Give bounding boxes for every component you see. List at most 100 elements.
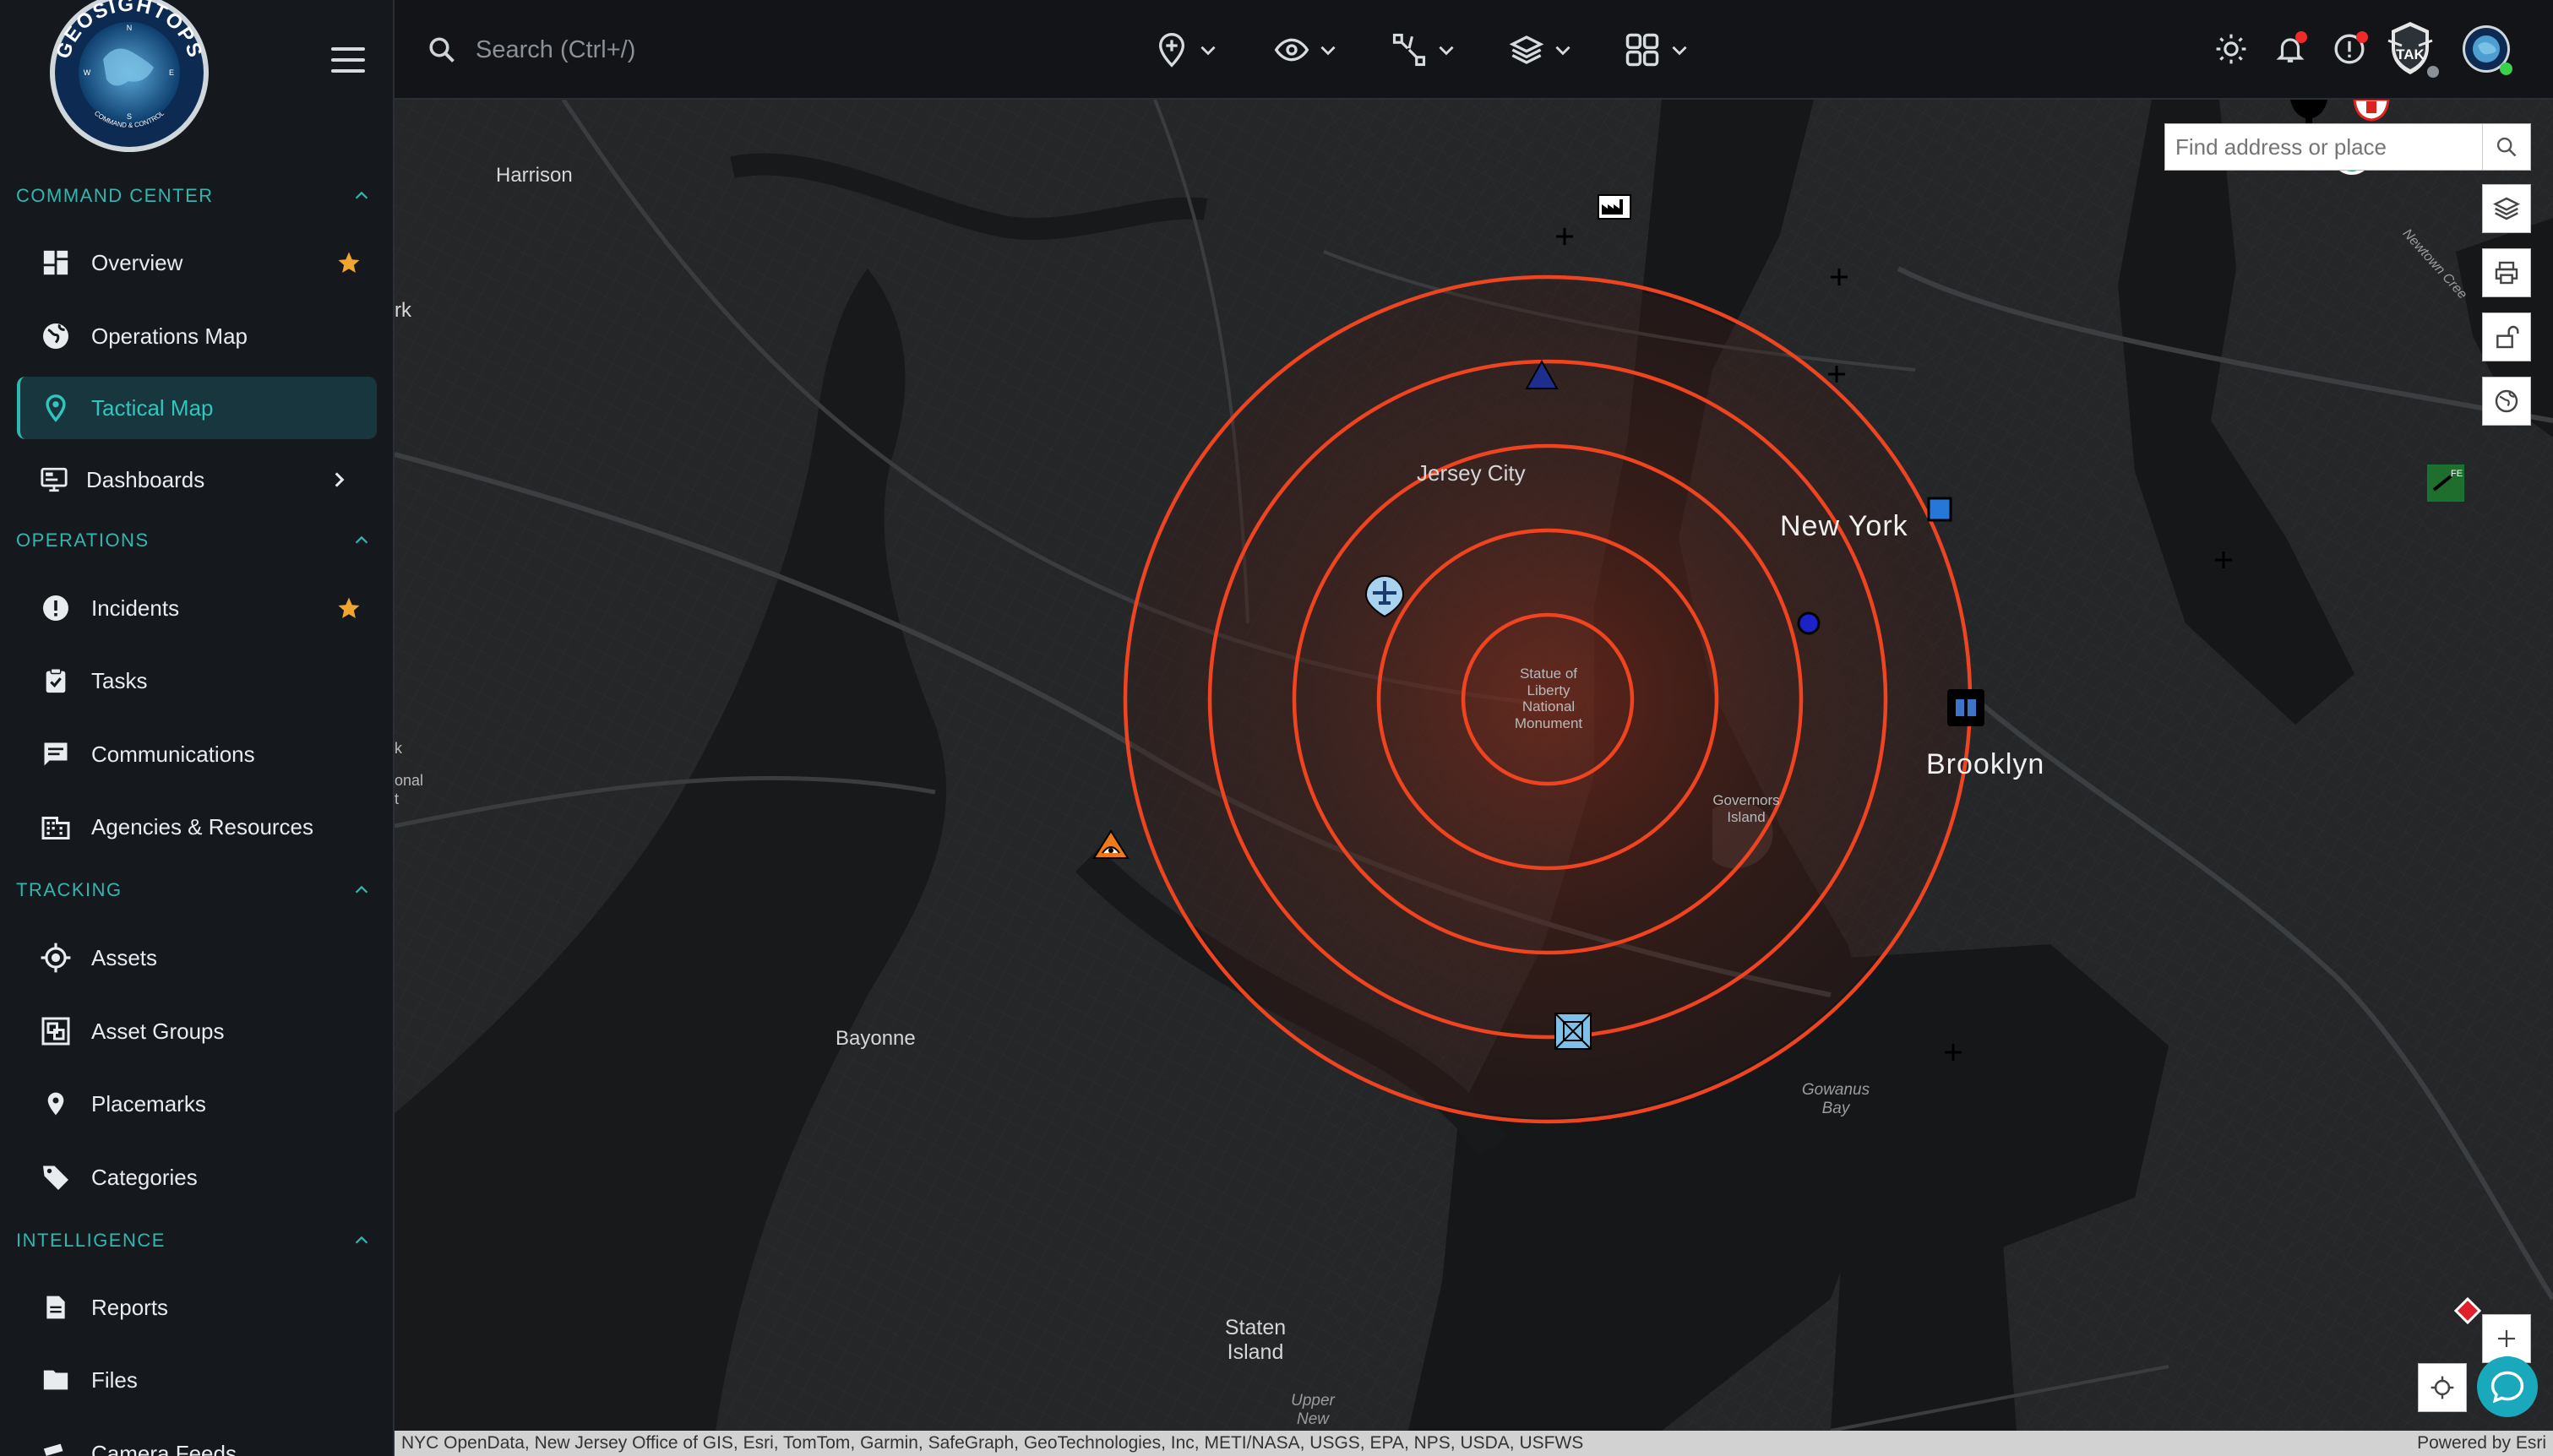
map-label-staten-island: Staten Island	[1224, 1316, 1287, 1364]
globe-icon	[39, 319, 73, 353]
sidebar-item-label: Files	[91, 1366, 138, 1393]
top-bar: TAK	[395, 0, 2553, 100]
triangle-marker-icon[interactable]	[1525, 360, 1559, 390]
section-title: TRACKING	[16, 879, 122, 900]
svg-text:TAK: TAK	[2396, 46, 2425, 62]
sidebar-item-tactical-map[interactable]: Tactical Map	[17, 377, 377, 439]
map-label-brooklyn: Brooklyn	[1926, 748, 2045, 780]
map-label-statue: Statue of Liberty National Monument	[1514, 666, 1583, 731]
online-status-dot	[2500, 62, 2512, 75]
sidebar-item-label: Tactical Map	[91, 394, 214, 421]
menu-toggle-button[interactable]	[331, 47, 365, 76]
sidebar-item-tasks[interactable]: Tasks	[17, 649, 373, 712]
section-command-center[interactable]: COMMAND CENTER	[16, 179, 371, 213]
layers-tool[interactable]	[1508, 29, 1574, 71]
square-marker-icon[interactable]	[1927, 497, 1952, 522]
find-address-search[interactable]	[2164, 123, 2531, 171]
section-intelligence[interactable]: INTELLIGENCE	[16, 1224, 371, 1258]
notifications-button[interactable]	[2267, 25, 2314, 73]
basemap-layers-button[interactable]	[2482, 184, 2531, 233]
sidebar: GEOSIGHTOPS COMMAND & CONTROL N E S W CO…	[0, 0, 395, 1456]
sidebar-item-agencies[interactable]: Agencies & Resources	[17, 796, 373, 858]
alerts-button[interactable]	[2326, 25, 2373, 73]
tak-button[interactable]: TAK	[2380, 19, 2441, 79]
chevron-up-icon	[355, 535, 368, 544]
fire-station-marker-icon[interactable]: FE	[2427, 465, 2464, 502]
section-title: INTELLIGENCE	[16, 1230, 166, 1251]
airport-marker-icon[interactable]	[1364, 574, 1405, 618]
find-address-input[interactable]	[2165, 124, 2482, 170]
section-title: COMMAND CENTER	[16, 185, 214, 206]
diamond-marker-icon[interactable]	[2454, 1297, 2481, 1324]
section-operations[interactable]: OPERATIONS	[16, 524, 371, 557]
alert-circle-icon	[39, 591, 73, 625]
clipboard-check-icon	[39, 664, 73, 698]
building-marker-icon[interactable]	[1946, 687, 1986, 728]
circle-marker-icon[interactable]	[1795, 610, 1822, 637]
sidebar-item-overview[interactable]: Overview	[17, 231, 373, 294]
map-label-fragment: rk	[395, 299, 411, 322]
supply-marker-icon[interactable]	[1554, 1012, 1592, 1051]
section-tracking[interactable]: TRACKING	[16, 873, 371, 907]
sidebar-item-label: Asset Groups	[91, 1018, 225, 1044]
tag-icon	[39, 1160, 73, 1194]
layers-icon	[1509, 35, 1544, 64]
apps-tool[interactable]	[1625, 29, 1690, 71]
map-attribution: NYC OpenData, New Jersey Office of GIS, …	[395, 1431, 2553, 1456]
sidebar-item-label: Overview	[91, 249, 183, 275]
sidebar-item-label: Incidents	[91, 595, 180, 621]
star-icon[interactable]	[336, 595, 362, 621]
map-label-fragment-k: k	[395, 740, 402, 757]
find-address-button[interactable]	[2482, 124, 2530, 170]
print-button[interactable]	[2482, 248, 2531, 297]
chat-button[interactable]	[2477, 1356, 2538, 1417]
sidebar-item-incidents[interactable]: Incidents	[17, 577, 373, 639]
medical-marker-icon[interactable]	[2351, 100, 2392, 123]
add-marker-tool[interactable]	[1155, 29, 1219, 71]
hazard-marker-icon[interactable]	[1092, 829, 1130, 860]
sidebar-item-asset-groups[interactable]: Asset Groups	[17, 1000, 373, 1062]
lock-toggle-button[interactable]	[2482, 312, 2531, 361]
globe-view-button[interactable]	[2482, 377, 2531, 426]
folder-icon	[39, 1363, 73, 1397]
sidebar-item-files[interactable]: Files	[17, 1349, 373, 1411]
sidebar-item-label: Communications	[91, 741, 255, 767]
map-label-harrison: Harrison	[496, 164, 573, 187]
sidebar-item-label: Placemarks	[91, 1090, 206, 1116]
chevron-up-icon	[355, 885, 368, 894]
global-search[interactable]	[427, 30, 849, 69]
sidebar-item-communications[interactable]: Communications	[17, 723, 373, 785]
factory-marker-icon[interactable]	[1598, 194, 1631, 220]
draw-tool[interactable]	[1391, 29, 1457, 71]
view-tool[interactable]	[1273, 29, 1339, 71]
map-marker-icon	[39, 1087, 73, 1121]
locate-me-button[interactable]	[2418, 1363, 2467, 1412]
sidebar-item-operations-map[interactable]: Operations Map	[17, 305, 373, 367]
user-avatar-button[interactable]	[2459, 22, 2513, 76]
sidebar-item-assets[interactable]: Assets	[17, 926, 373, 989]
sidebar-item-categories[interactable]: Categories	[17, 1146, 373, 1209]
svg-text:E: E	[169, 68, 174, 77]
sidebar-item-label: Agencies & Resources	[91, 813, 314, 839]
sidebar-item-reports[interactable]: Reports	[17, 1276, 373, 1339]
star-icon[interactable]	[336, 250, 362, 275]
alert-badge	[2356, 31, 2368, 43]
message-icon	[39, 737, 73, 771]
grid-icon	[1625, 33, 1659, 67]
app-logo[interactable]: GEOSIGHTOPS COMMAND & CONTROL N E S W	[44, 0, 215, 154]
chevron-down-icon	[1200, 46, 1216, 56]
theme-toggle-button[interactable]	[2207, 25, 2255, 73]
powered-by-esri-link[interactable]: Powered by Esri	[2417, 1433, 2546, 1453]
building-icon	[39, 810, 73, 844]
sidebar-item-dashboards[interactable]: Dashboards	[17, 448, 373, 511]
tactical-map[interactable]: Harrison rk Jersey City New York Brookly…	[395, 100, 2553, 1431]
document-icon	[39, 1290, 73, 1324]
sidebar-item-camera-feeds[interactable]: Camera Feeds	[17, 1422, 373, 1456]
group-icon	[39, 1014, 73, 1048]
search-input[interactable]	[474, 35, 832, 65]
sidebar-item-placemarks[interactable]: Placemarks	[17, 1073, 373, 1135]
unlock-icon	[2496, 325, 2519, 349]
search-icon	[2496, 137, 2517, 157]
map-label-jersey-city: Jersey City	[1417, 460, 1526, 486]
map-canvas[interactable]	[395, 100, 2553, 1431]
